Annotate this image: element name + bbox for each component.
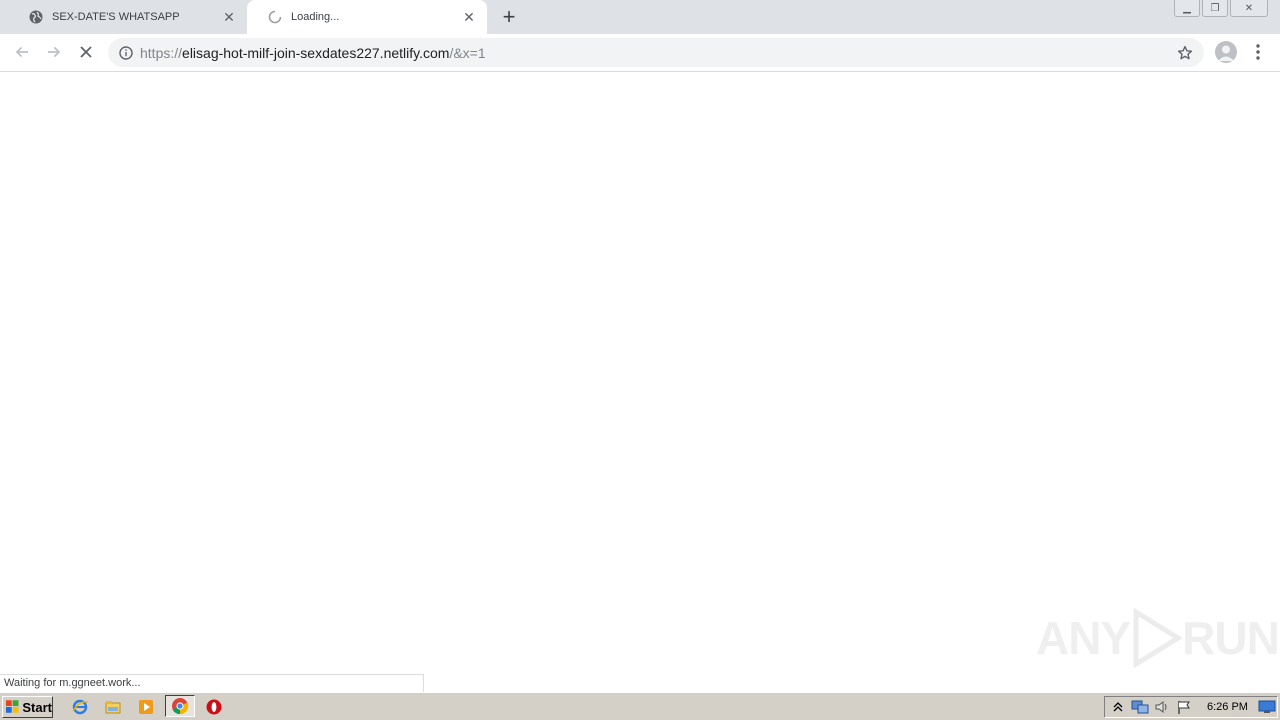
play-logo-icon xyxy=(1133,608,1183,668)
kebab-menu-icon[interactable] xyxy=(1250,41,1266,63)
url-text: https://elisag-hot-milf-join-sexdates227… xyxy=(140,45,486,61)
anyrun-watermark: ANY RUN xyxy=(1036,608,1280,668)
opera-icon[interactable] xyxy=(204,697,224,717)
window-close-icon[interactable]: ✕ xyxy=(1230,0,1268,17)
taskbar: Start 6:26 PM xyxy=(0,692,1280,720)
toolbar: https://elisag-hot-milf-join-sexdates227… xyxy=(0,34,1280,72)
url-host: elisag-hot-milf-join-sexdates227.netlify… xyxy=(182,44,450,61)
back-arrow-icon[interactable] xyxy=(10,40,34,64)
new-tab-button[interactable]: + xyxy=(498,6,520,28)
forward-arrow-icon[interactable] xyxy=(42,40,66,64)
tab-strip: SEX-DATE'S WHATSAPP ✕ Loading... ✕ + ▁ ❐… xyxy=(0,0,1280,34)
tab-sex-dates-whatsapp[interactable]: SEX-DATE'S WHATSAPP ✕ xyxy=(8,0,247,34)
status-bubble: Waiting for m.ggneet.work... xyxy=(0,674,424,692)
stop-loading-icon[interactable] xyxy=(74,40,98,64)
profile-avatar-icon[interactable] xyxy=(1215,41,1237,63)
loading-spinner-icon xyxy=(267,9,283,25)
tab-title: SEX-DATE'S WHATSAPP xyxy=(52,11,180,23)
media-player-icon[interactable] xyxy=(136,697,156,717)
tab-loading[interactable]: Loading... ✕ xyxy=(247,0,487,34)
bookmark-star-icon[interactable] xyxy=(1176,44,1194,62)
show-hidden-icons-icon[interactable] xyxy=(1108,698,1127,716)
system-tray: 6:26 PM xyxy=(1104,696,1278,718)
windows-logo-icon xyxy=(5,700,19,713)
tab-close-icon[interactable]: ✕ xyxy=(221,9,237,25)
address-bar[interactable]: https://elisag-hot-milf-join-sexdates227… xyxy=(108,38,1204,67)
url-path: /&x=1 xyxy=(449,44,486,61)
start-label: Start xyxy=(22,699,52,715)
globe-icon xyxy=(28,9,44,25)
restore-icon[interactable]: ❐ xyxy=(1202,0,1228,17)
network-icon[interactable] xyxy=(1130,698,1149,716)
show-desktop-icon[interactable] xyxy=(1258,698,1277,716)
screen: SEX-DATE'S WHATSAPP ✕ Loading... ✕ + ▁ ❐… xyxy=(0,0,1280,720)
file-explorer-icon[interactable] xyxy=(103,697,123,717)
tab-title: Loading... xyxy=(291,11,340,23)
start-button[interactable]: Start xyxy=(2,696,53,718)
watermark-text-left: ANY xyxy=(1036,612,1131,664)
minimize-icon[interactable]: ▁ xyxy=(1174,0,1200,17)
chrome-icon[interactable] xyxy=(165,695,195,717)
clock[interactable]: 6:26 PM xyxy=(1207,701,1248,713)
internet-explorer-icon[interactable] xyxy=(70,697,90,717)
window-controls: ▁ ❐ ✕ xyxy=(1172,0,1268,17)
site-info-icon[interactable] xyxy=(118,45,134,61)
page-content xyxy=(0,72,1280,692)
url-scheme: https:// xyxy=(140,44,183,61)
watermark-text-right: RUN xyxy=(1182,612,1280,664)
volume-icon[interactable] xyxy=(1152,698,1171,716)
action-center-flag-icon[interactable] xyxy=(1174,698,1193,716)
tab-close-icon[interactable]: ✕ xyxy=(461,9,477,25)
